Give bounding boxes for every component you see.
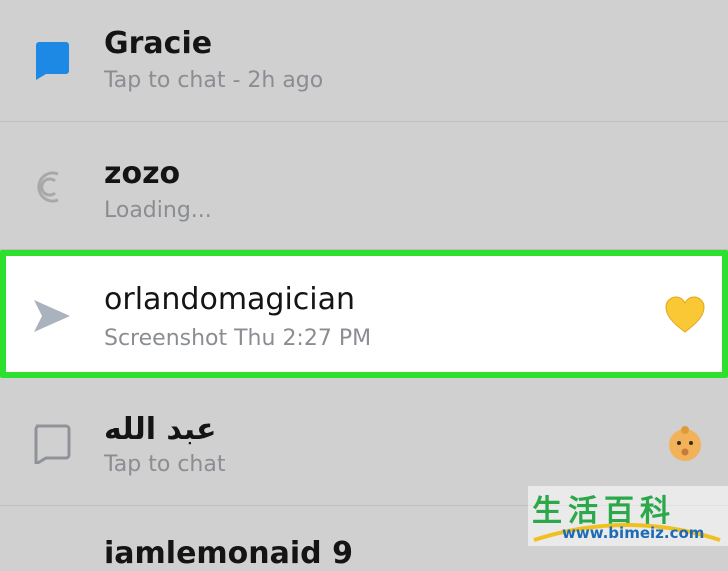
chat-status: Tap to chat xyxy=(104,452,226,477)
chat-bubble-outline-icon xyxy=(30,422,72,464)
watermark-url: www.bimeiz.com xyxy=(562,524,705,542)
chat-bubble-filled-icon xyxy=(30,38,72,80)
chat-name: zozo xyxy=(104,156,181,191)
yellow-heart-icon xyxy=(664,294,706,336)
chat-name: iamlemonaid 9 xyxy=(104,536,353,571)
loading-spinner-icon xyxy=(30,166,72,208)
chat-name: Gracie xyxy=(104,26,213,61)
chat-name: orlandomagician xyxy=(104,282,356,317)
chat-row-gracie[interactable]: Gracie Tap to chat - 2h ago xyxy=(0,0,728,122)
chat-name: عبد الله xyxy=(104,412,217,447)
watermark: 生活百科 www.bimeiz.com xyxy=(528,486,728,546)
chat-status: Screenshot Thu 2:27 PM xyxy=(104,326,372,351)
chat-status: Loading... xyxy=(104,198,212,223)
baby-face-icon xyxy=(664,422,706,464)
chat-row-orlandomagician[interactable]: orlandomagician Screenshot Thu 2:27 PM xyxy=(0,250,728,378)
chat-status: Tap to chat - 2h ago xyxy=(104,68,324,93)
chat-row-zozo[interactable]: zozo Loading... xyxy=(0,122,728,250)
sent-arrow-icon xyxy=(30,294,72,336)
